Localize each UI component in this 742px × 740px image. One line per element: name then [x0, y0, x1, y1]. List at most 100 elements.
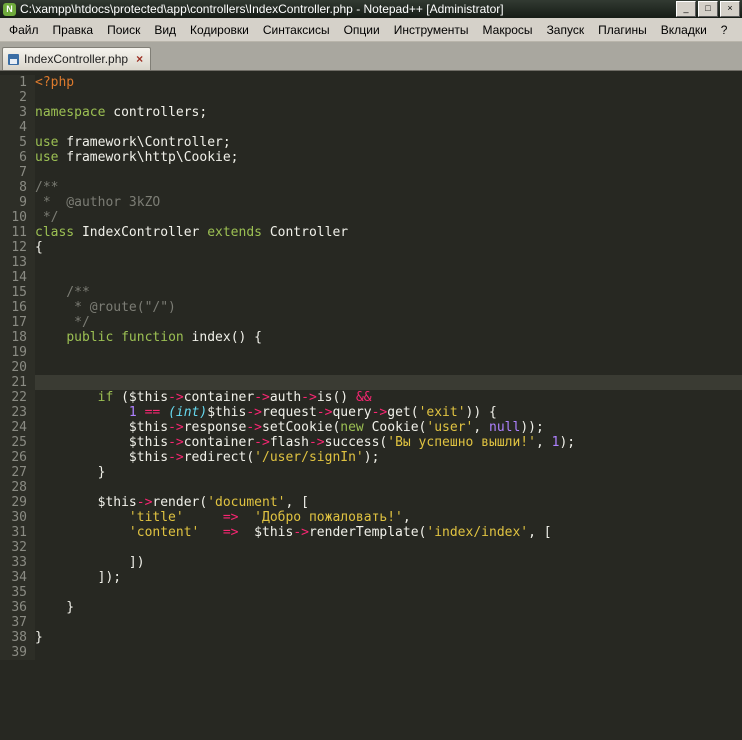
- code-line[interactable]: 23 1 == (int)$this->request->query->get(…: [0, 405, 742, 420]
- code-text: $this->render('document', [: [35, 495, 742, 510]
- code-line[interactable]: 3namespace controllers;: [0, 105, 742, 120]
- code-text: [35, 270, 742, 285]
- menu-item-plugins[interactable]: Плагины: [591, 20, 654, 40]
- line-number: 24: [0, 420, 35, 435]
- code-text: {: [35, 240, 742, 255]
- code-text: [35, 375, 742, 390]
- code-line[interactable]: 13: [0, 255, 742, 270]
- code-line[interactable]: 37: [0, 615, 742, 630]
- code-line[interactable]: 33 ]): [0, 555, 742, 570]
- line-number: 16: [0, 300, 35, 315]
- code-line[interactable]: 4: [0, 120, 742, 135]
- menu-item-help[interactable]: ?: [714, 20, 735, 40]
- maximize-button[interactable]: □: [698, 1, 718, 17]
- saved-file-icon: [8, 54, 19, 65]
- line-number: 31: [0, 525, 35, 540]
- line-number: 21: [0, 375, 35, 390]
- line-number: 10: [0, 210, 35, 225]
- code-line[interactable]: 8/**: [0, 180, 742, 195]
- code-line[interactable]: 30 'title' => 'Добро пожаловать!',: [0, 510, 742, 525]
- code-line[interactable]: 31 'content' => $this->renderTemplate('i…: [0, 525, 742, 540]
- code-line[interactable]: 26 $this->redirect('/user/signIn');: [0, 450, 742, 465]
- code-text: */: [35, 315, 742, 330]
- code-line[interactable]: 6use framework\http\Cookie;: [0, 150, 742, 165]
- code-text: namespace controllers;: [35, 105, 742, 120]
- code-text: * @route("/"): [35, 300, 742, 315]
- code-line[interactable]: 35: [0, 585, 742, 600]
- line-number: 39: [0, 645, 35, 660]
- code-text: }: [35, 630, 742, 645]
- line-number: 6: [0, 150, 35, 165]
- line-number: 17: [0, 315, 35, 330]
- menu-item-language[interactable]: Синтаксисы: [256, 20, 337, 40]
- menu-item-search[interactable]: Поиск: [100, 20, 147, 40]
- code-line[interactable]: 20: [0, 360, 742, 375]
- code-line[interactable]: 34 ]);: [0, 570, 742, 585]
- line-number: 7: [0, 165, 35, 180]
- window-title: C:\xampp\htdocs\protected\app\controller…: [20, 2, 670, 16]
- code-text: [35, 645, 742, 660]
- code-text: ]): [35, 555, 742, 570]
- code-line[interactable]: 27 }: [0, 465, 742, 480]
- line-number: 35: [0, 585, 35, 600]
- code-line[interactable]: 25 $this->container->flash->success('Вы …: [0, 435, 742, 450]
- menu-item-view[interactable]: Вид: [147, 20, 183, 40]
- code-text: public function index() {: [35, 330, 742, 345]
- code-line[interactable]: 15 /**: [0, 285, 742, 300]
- minimize-button[interactable]: _: [676, 1, 696, 17]
- close-button[interactable]: ×: [720, 1, 740, 17]
- code-line[interactable]: 22 if ($this->container->auth->is() &&: [0, 390, 742, 405]
- code-line[interactable]: 38}: [0, 630, 742, 645]
- line-number: 13: [0, 255, 35, 270]
- code-line[interactable]: 10 */: [0, 210, 742, 225]
- code-text: class IndexController extends Controller: [35, 225, 742, 240]
- code-line[interactable]: 36 }: [0, 600, 742, 615]
- tab-label: IndexController.php: [24, 52, 128, 66]
- code-text: [35, 165, 742, 180]
- menu-item-edit[interactable]: Правка: [46, 20, 101, 40]
- tab-indexcontroller[interactable]: IndexController.php ×: [2, 47, 151, 70]
- code-line[interactable]: 32: [0, 540, 742, 555]
- code-text: [35, 255, 742, 270]
- code-text: }: [35, 465, 742, 480]
- line-number: 18: [0, 330, 35, 345]
- menu-item-macro[interactable]: Макросы: [476, 20, 540, 40]
- code-text: [35, 90, 742, 105]
- line-number: 1: [0, 75, 35, 90]
- line-number: 19: [0, 345, 35, 360]
- code-line[interactable]: 14: [0, 270, 742, 285]
- menubar: ФайлПравкаПоискВидКодировкиСинтаксисыОпц…: [0, 18, 742, 42]
- code-line[interactable]: 17 */: [0, 315, 742, 330]
- line-number: 33: [0, 555, 35, 570]
- code-line[interactable]: 11class IndexController extends Controll…: [0, 225, 742, 240]
- code-line[interactable]: 21: [0, 375, 742, 390]
- code-line[interactable]: 24 $this->response->setCookie(new Cookie…: [0, 420, 742, 435]
- line-number: 15: [0, 285, 35, 300]
- code-line[interactable]: 19: [0, 345, 742, 360]
- line-number: 5: [0, 135, 35, 150]
- line-number: 14: [0, 270, 35, 285]
- code-text: 'title' => 'Добро пожаловать!',: [35, 510, 742, 525]
- menu-item-file[interactable]: Файл: [2, 20, 46, 40]
- code-line[interactable]: 16 * @route("/"): [0, 300, 742, 315]
- code-line[interactable]: 29 $this->render('document', [: [0, 495, 742, 510]
- code-line[interactable]: 2: [0, 90, 742, 105]
- line-number: 11: [0, 225, 35, 240]
- code-line[interactable]: 12{: [0, 240, 742, 255]
- code-line[interactable]: 9 * @author 3kZO: [0, 195, 742, 210]
- menu-item-encoding[interactable]: Кодировки: [183, 20, 256, 40]
- code-line[interactable]: 5use framework\Controller;: [0, 135, 742, 150]
- tab-close-icon[interactable]: ×: [136, 53, 143, 65]
- menu-item-tabs[interactable]: Вкладки: [654, 20, 714, 40]
- code-line[interactable]: 39: [0, 645, 742, 660]
- menu-item-tools[interactable]: Инструменты: [387, 20, 476, 40]
- menu-item-settings[interactable]: Опции: [337, 20, 387, 40]
- window-controls: _□×: [674, 1, 740, 17]
- editor[interactable]: 1<?php23namespace controllers;45use fram…: [0, 71, 742, 740]
- code-text: ]);: [35, 570, 742, 585]
- code-line[interactable]: 1<?php: [0, 75, 742, 90]
- code-line[interactable]: 28: [0, 480, 742, 495]
- code-line[interactable]: 18 public function index() {: [0, 330, 742, 345]
- code-line[interactable]: 7: [0, 165, 742, 180]
- menu-item-run[interactable]: Запуск: [540, 20, 592, 40]
